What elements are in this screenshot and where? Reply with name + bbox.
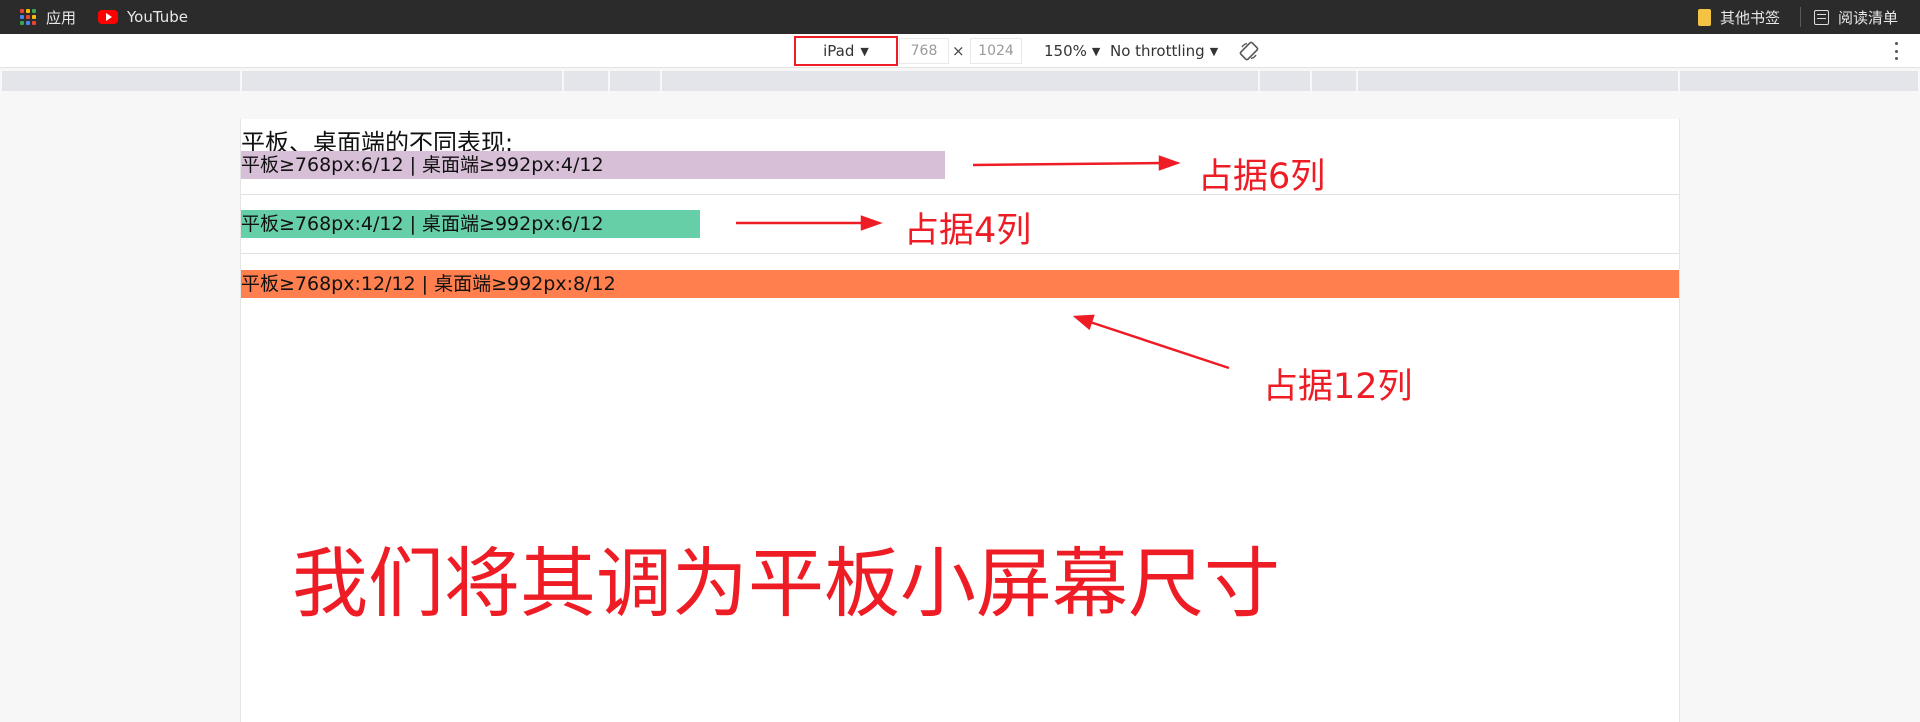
rotate-icon[interactable] [1239,41,1259,61]
device-select[interactable]: iPad ▼ [794,36,898,66]
apps-bookmark[interactable]: 应用 [19,0,76,34]
media-query-segment[interactable] [662,71,1258,91]
media-query-segment[interactable] [1358,71,1678,91]
throttling-select[interactable]: No throttling ▼ [1110,34,1218,68]
media-query-segment[interactable] [610,71,660,91]
zoom-select[interactable]: 150% ▼ [1044,34,1100,68]
device-select-label: iPad [823,42,855,60]
media-query-segment[interactable] [564,71,608,91]
annotation-label-6-columns: 占据6列 [1198,157,1326,197]
youtube-bookmark-label: YouTube [127,8,188,26]
media-query-segment[interactable] [2,71,240,91]
height-input[interactable]: 1024 [970,38,1022,64]
chevron-down-icon: ▼ [1091,44,1101,58]
annotation-label-12-columns: 占据12列 [1263,367,1413,407]
youtube-bookmark[interactable]: YouTube [98,0,188,34]
other-bookmarks-label: 其他书签 [1720,8,1781,27]
media-query-segment[interactable] [1260,71,1310,91]
reading-list[interactable]: 阅读清单 [1814,0,1898,34]
width-input[interactable]: 768 [899,38,949,64]
grid-column-tablet-4: 平板≥768px:4/12 | 桌面端≥992px:6/12 [241,210,701,238]
grid-column-tablet-12: 平板≥768px:12/12 | 桌面端≥992px:8/12 [241,270,1679,298]
media-query-segment[interactable] [1680,71,1918,91]
grid-column-tablet-6: 平板≥768px:6/12 | 桌面端≥992px:4/12 [241,151,945,179]
media-query-segment[interactable] [1312,71,1356,91]
reading-list-icon [1814,9,1829,25]
other-bookmarks[interactable]: 其他书签 [1698,0,1780,34]
bookmarks-bar: 应用 YouTube 其他书签 阅读清单 [0,0,1920,34]
media-query-segment[interactable] [242,71,562,91]
annotation-label-4-columns: 占据4列 [904,211,1032,251]
folder-icon [1698,8,1711,26]
row-divider [241,194,1679,195]
dimension-times: × [952,42,965,60]
reading-list-label: 阅读清单 [1838,8,1899,27]
bookmarks-separator [1800,7,1801,27]
device-toolbar: iPad ▼ 768 × 1024 150% ▼ No throttling ▼ [0,34,1920,68]
chevron-down-icon: ▼ [860,44,869,58]
apps-grid-icon [19,8,37,26]
youtube-icon [98,10,118,24]
more-options-icon[interactable] [1893,42,1899,60]
apps-bookmark-label: 应用 [46,8,77,27]
media-query-bar [0,71,1920,91]
row-divider [241,253,1679,254]
zoom-select-label: 150% [1044,42,1087,60]
annotation-caption: 我们将其调为平板小屏幕尺寸 [292,539,1280,628]
chevron-down-icon: ▼ [1209,44,1219,58]
throttling-select-label: No throttling [1110,42,1205,60]
